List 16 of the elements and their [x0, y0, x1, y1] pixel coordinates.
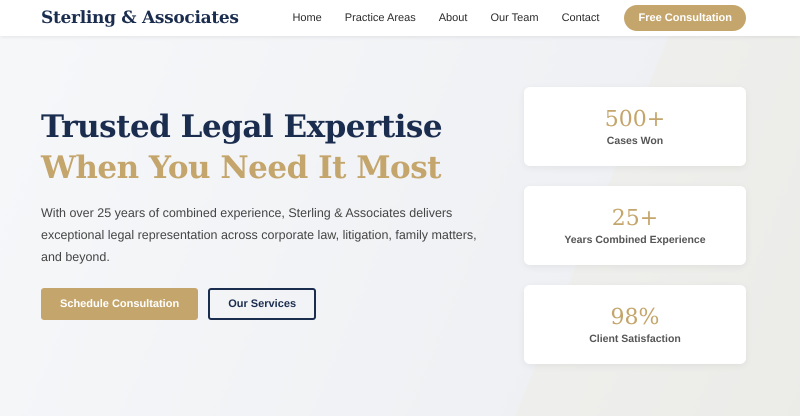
stat-label: Years Combined Experience	[564, 234, 706, 246]
hero-description: With over 25 years of combined experience, Sterling & Associates delivers exceptional legal representation across corporate law, litigation, family matters, and beyond.	[41, 205, 478, 266]
logo[interactable]: Sterling & Associates	[41, 8, 239, 28]
nav-link[interactable]: Practice Areas	[344, 12, 416, 24]
hero-heading: When You Need It Most	[41, 149, 442, 188]
stat-value: 25+	[612, 206, 658, 230]
stat-value: 98%	[610, 304, 660, 330]
nav-link[interactable]: About	[438, 12, 468, 24]
nav-link[interactable]: Our Team	[490, 12, 539, 24]
stat-label: Client Satisfaction	[589, 332, 681, 344]
stat-value: 500+	[604, 106, 666, 132]
outline-button[interactable]: Our Services	[208, 288, 316, 320]
nav-link[interactable]: Home	[292, 12, 322, 24]
stat-label: Cases Won	[606, 134, 664, 146]
hero-heading: Trusted Legal Expertise	[41, 108, 444, 147]
nav-link[interactable]: Contact	[562, 12, 600, 24]
